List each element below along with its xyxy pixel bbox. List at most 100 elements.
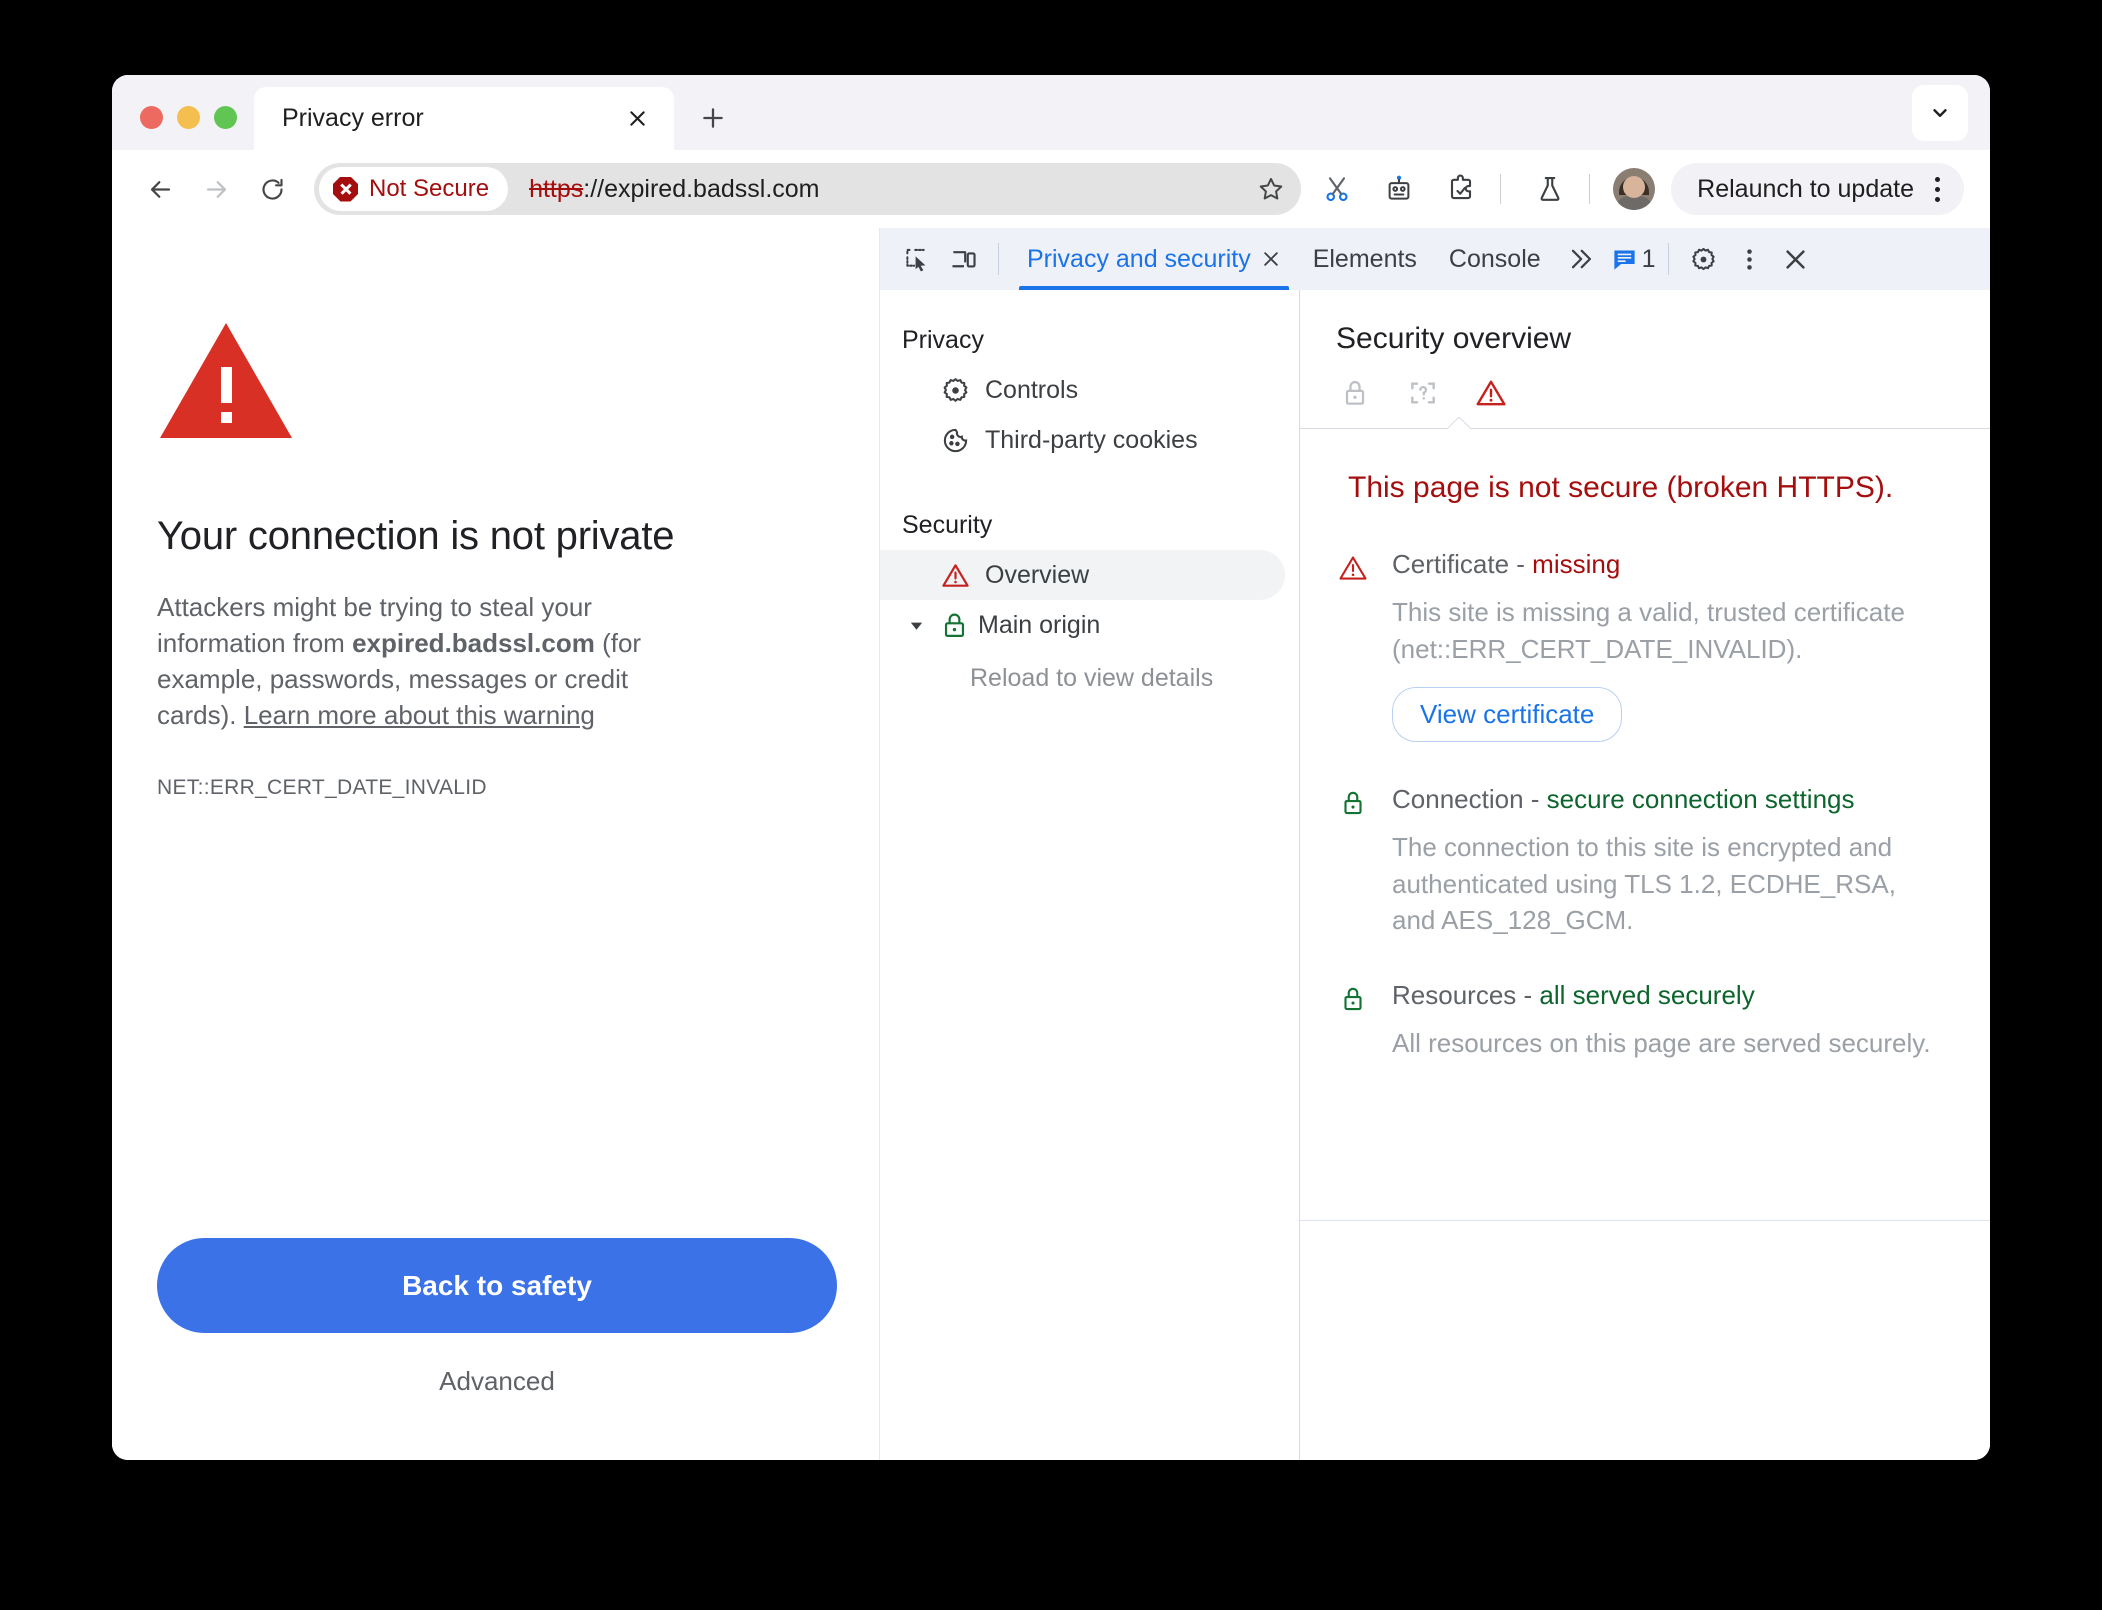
avatar[interactable] (1613, 168, 1656, 210)
relaunch-label: Relaunch to update (1697, 174, 1914, 203)
unknown-box-icon[interactable] (1406, 376, 1440, 410)
section-description: The connection to this site is encrypted… (1392, 832, 1896, 935)
warning-triangle-icon (940, 560, 970, 590)
warning-triangle-icon (160, 323, 292, 438)
minimize-window-button[interactable] (177, 106, 200, 129)
section-label: Resources - (1392, 980, 1540, 1011)
close-tab-icon[interactable] (620, 102, 654, 136)
relaunch-to-update-button[interactable]: Relaunch to update (1671, 163, 1964, 215)
forward-icon[interactable] (188, 161, 244, 217)
maximize-window-button[interactable] (214, 106, 237, 129)
browser-window: Privacy error Not Secure https://expired… (112, 75, 1990, 1460)
not-secure-icon (333, 176, 358, 202)
back-icon[interactable] (132, 161, 188, 217)
panel-title: Security overview (1336, 322, 1572, 355)
devtools-body: Privacy Controls Third-party cookies Sec… (880, 290, 1990, 1460)
tab-title: Privacy error (282, 104, 424, 132)
sidebar-item-third-party-cookies[interactable]: Third-party cookies (880, 415, 1285, 465)
gear-icon (940, 375, 970, 405)
sidebar-item-controls[interactable]: Controls (880, 365, 1285, 415)
devtools-tab-bar: Privacy and security Elements Console 1 (880, 228, 1990, 290)
browser-tab[interactable]: Privacy error (254, 87, 674, 150)
security-chip[interactable]: Not Secure (319, 167, 509, 211)
address-bar[interactable]: Not Secure https://expired.badssl.com (314, 163, 1302, 215)
url-text[interactable]: https://expired.badssl.com (529, 175, 1247, 204)
toolbar-divider-2 (1589, 174, 1591, 204)
section-description: All resources on this page are served se… (1392, 1028, 1931, 1059)
scissors-icon[interactable] (1311, 163, 1363, 215)
extension-icon[interactable] (1435, 163, 1487, 215)
back-to-safety-button[interactable]: Back to safety (157, 1238, 837, 1333)
section-value: missing (1532, 549, 1621, 580)
learn-more-link[interactable]: Learn more about this warning (244, 700, 595, 730)
sidebar-group-security: Security (902, 511, 993, 539)
flask-icon[interactable] (1524, 163, 1576, 215)
section-heading: Resources - all served securely (1392, 980, 1942, 1011)
close-window-button[interactable] (140, 106, 163, 129)
panel-rule (1300, 428, 1990, 429)
issues-badge[interactable]: 1 (1611, 245, 1656, 274)
interstitial-page: Your connection is not private Attackers… (112, 228, 880, 1460)
section-heading: Connection - secure connection settings (1392, 784, 1942, 815)
active-state-caret (1448, 417, 1470, 429)
chevron-down-icon[interactable] (1912, 85, 1968, 141)
sidebar-sub-note: Reload to view details (970, 664, 1214, 692)
toolbar-icons: Relaunch to update (1301, 163, 1964, 215)
tab-label: Console (1448, 244, 1541, 273)
devtools-close-icon[interactable] (1773, 236, 1819, 282)
more-tabs-icon[interactable] (1557, 236, 1603, 282)
url-host: expired.badssl.com (604, 174, 820, 203)
chrome-menu-icon[interactable] (1920, 169, 1954, 209)
inspect-element-icon[interactable] (894, 236, 940, 282)
warning-triangle-icon (1338, 549, 1374, 742)
sidebar-group-privacy: Privacy (902, 326, 984, 354)
sidebar-item-overview[interactable]: Overview (880, 550, 1285, 600)
security-section-certificate: Certificate - missing This site is missi… (1300, 549, 1990, 743)
new-tab-icon[interactable] (686, 91, 740, 145)
security-overview-panel: Security overview This page is not secur… (1300, 290, 1990, 1460)
issues-count: 1 (1641, 244, 1656, 273)
window-traffic-lights (112, 106, 237, 150)
sidebar-item-label: Controls (985, 375, 1079, 404)
tab-elements[interactable]: Elements (1297, 228, 1433, 290)
bookmark-star-icon[interactable] (1247, 165, 1295, 213)
security-state-icons (1300, 356, 1990, 410)
lock-icon (1338, 980, 1374, 1061)
devtools-sidebar: Privacy Controls Third-party cookies Sec… (880, 290, 1300, 1460)
window-body: Your connection is not private Attackers… (112, 228, 1990, 1460)
lock-icon (1338, 784, 1374, 938)
robot-icon[interactable] (1373, 163, 1425, 215)
section-label: Connection - (1392, 784, 1547, 815)
message-bubble-icon (1611, 246, 1638, 273)
device-toolbar-icon[interactable] (940, 236, 986, 282)
security-section-connection: Connection - secure connection settings … (1300, 784, 1990, 938)
view-certificate-button[interactable]: View certificate (1392, 687, 1623, 743)
lock-icon (939, 610, 969, 640)
security-section-resources: Resources - all served securely All reso… (1300, 980, 1990, 1061)
cookie-icon (940, 425, 970, 455)
page-title: Your connection is not private (157, 514, 675, 558)
security-chip-label: Not Secure (369, 175, 490, 202)
sidebar-item-main-origin[interactable]: Main origin (880, 600, 1285, 650)
devtools-divider (998, 243, 999, 275)
advanced-button[interactable]: Advanced (157, 1366, 837, 1397)
close-icon[interactable] (1261, 249, 1281, 269)
tab-label: Elements (1312, 244, 1417, 273)
toolbar-divider (1500, 174, 1502, 204)
devtools-panel: Privacy and security Elements Console 1 … (880, 228, 1990, 1460)
url-separator: :// (583, 174, 605, 203)
reload-icon[interactable] (244, 161, 300, 217)
url-scheme: https (529, 174, 584, 203)
description-host: expired.badssl.com (352, 628, 595, 659)
sidebar-item-label: Third-party cookies (985, 425, 1198, 454)
section-value: secure connection settings (1546, 784, 1855, 815)
gear-icon[interactable] (1681, 236, 1727, 282)
browser-toolbar: Not Secure https://expired.badssl.com Re… (112, 150, 1990, 228)
tab-privacy-and-security[interactable]: Privacy and security (1011, 228, 1297, 290)
caret-down-icon[interactable] (902, 611, 930, 639)
devtools-more-options-icon[interactable] (1727, 236, 1773, 282)
warning-triangle-icon[interactable] (1474, 376, 1508, 410)
tab-console[interactable]: Console (1433, 228, 1557, 290)
lock-icon[interactable] (1338, 376, 1372, 410)
